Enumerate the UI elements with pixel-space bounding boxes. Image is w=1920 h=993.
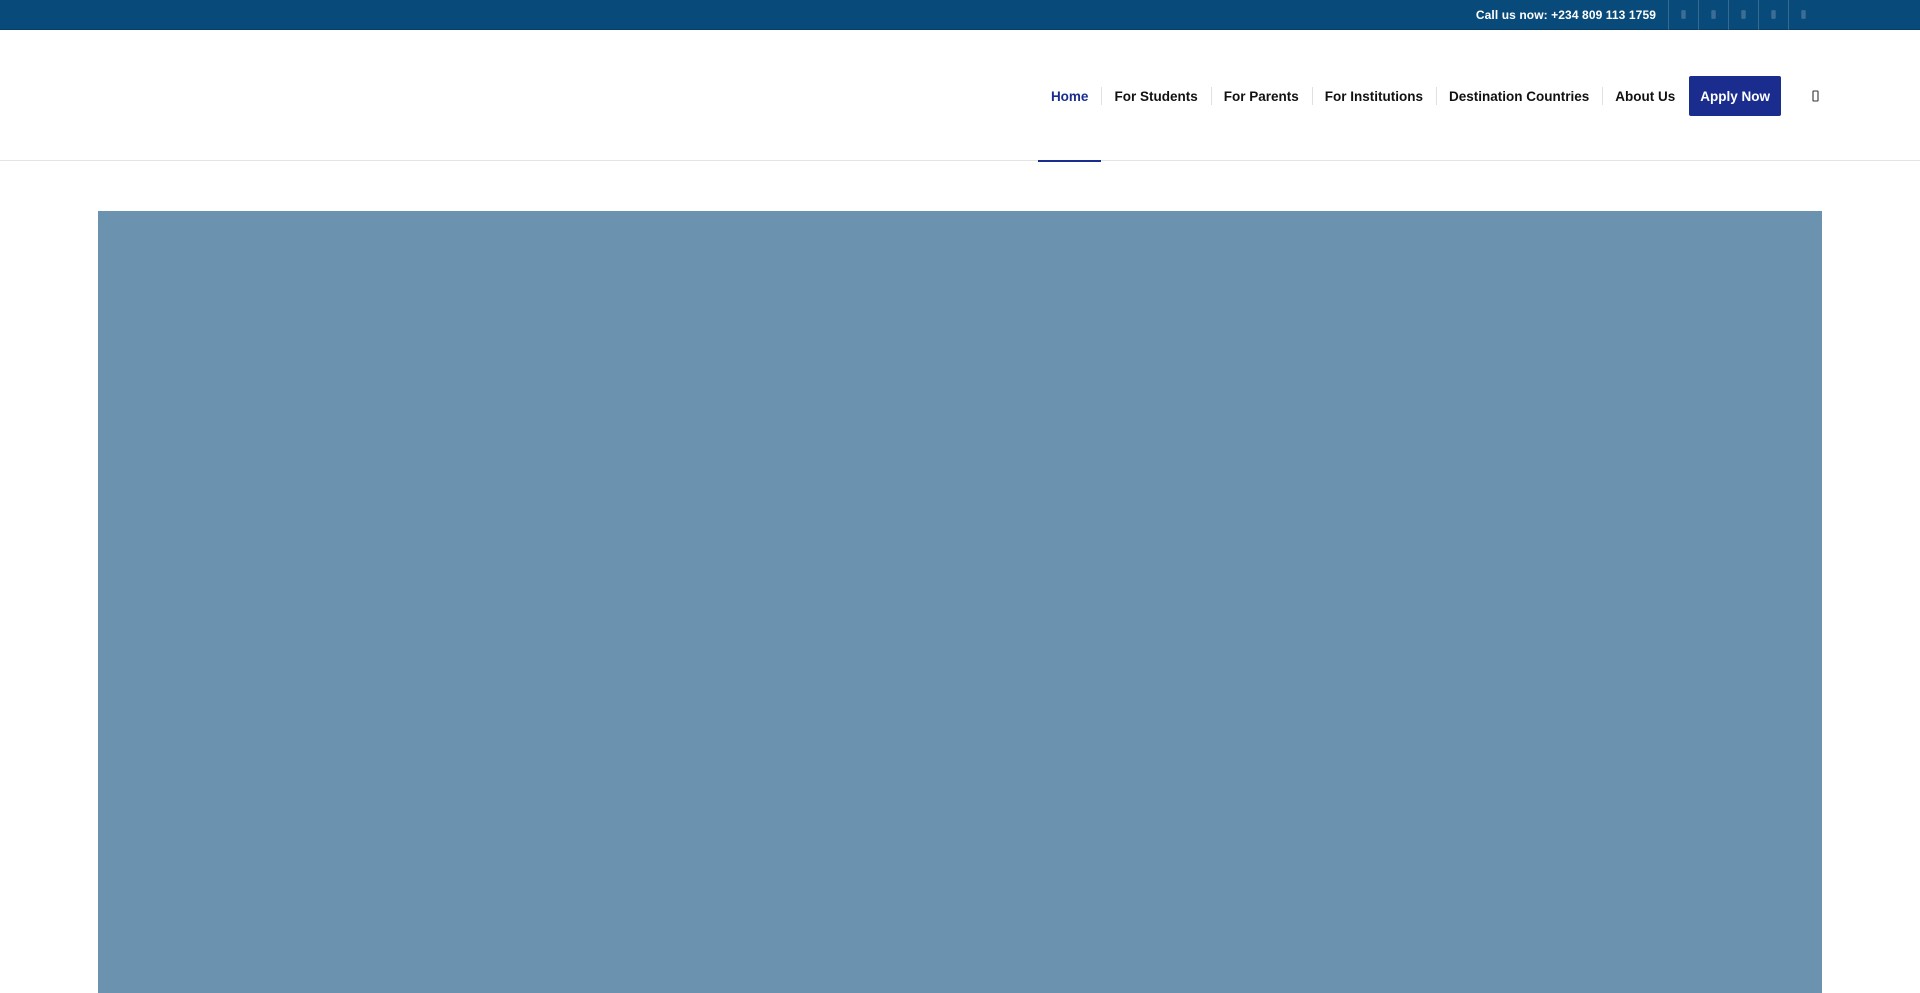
- nav-item-destination-countries[interactable]: Destination Countries: [1435, 31, 1602, 161]
- top-bar: Call us now: +234 809 113 1759: [0, 0, 1920, 30]
- hero-slider: [98, 211, 1822, 993]
- search-button[interactable]: [1781, 31, 1851, 161]
- nav-item-for-parents[interactable]: For Parents: [1210, 31, 1312, 161]
- twitter-icon[interactable]: [1698, 0, 1728, 30]
- main-nav: Home For Students For Parents For Instit…: [1037, 31, 1920, 162]
- apply-now-button[interactable]: Apply Now: [1689, 76, 1781, 116]
- phone-contact[interactable]: Call us now: +234 809 113 1759: [1476, 8, 1656, 22]
- linkedin-icon[interactable]: [1758, 0, 1788, 30]
- site-header: Home For Students For Parents For Instit…: [0, 31, 1920, 162]
- social-links: [1668, 0, 1818, 30]
- nav-item-for-institutions[interactable]: For Institutions: [1311, 31, 1436, 161]
- facebook-icon[interactable]: [1668, 0, 1698, 30]
- nav-item-home[interactable]: Home: [1037, 31, 1102, 162]
- nav-item-for-students[interactable]: For Students: [1101, 31, 1210, 161]
- whatsapp-icon[interactable]: [1788, 0, 1818, 30]
- nav-item-about-us[interactable]: About Us: [1602, 31, 1688, 161]
- search-icon: [1812, 89, 1819, 102]
- instagram-icon[interactable]: [1728, 0, 1758, 30]
